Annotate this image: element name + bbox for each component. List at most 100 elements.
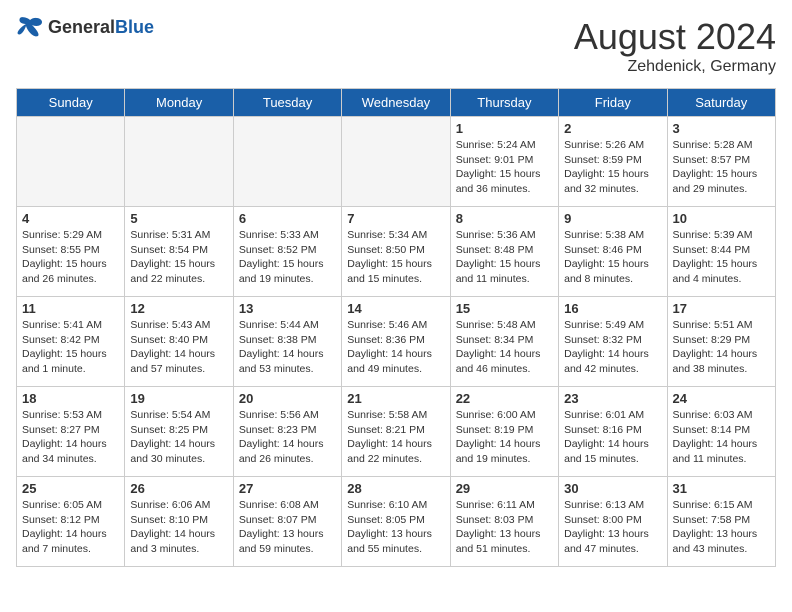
day-number: 6 (239, 211, 336, 226)
day-number: 19 (130, 391, 227, 406)
calendar-cell: 15Sunrise: 5:48 AM Sunset: 8:34 PM Dayli… (450, 297, 558, 387)
month-year-title: August 2024 (574, 16, 776, 58)
day-number: 3 (673, 121, 770, 136)
day-info: Sunrise: 5:34 AM Sunset: 8:50 PM Dayligh… (347, 228, 444, 287)
day-number: 29 (456, 481, 553, 496)
day-number: 7 (347, 211, 444, 226)
day-number: 11 (22, 301, 119, 316)
day-number: 21 (347, 391, 444, 406)
day-info: Sunrise: 5:36 AM Sunset: 8:48 PM Dayligh… (456, 228, 553, 287)
day-number: 4 (22, 211, 119, 226)
calendar-cell: 1 Sunrise: 5:24 AM Sunset: 9:01 PM Daylig… (450, 117, 558, 207)
day-number: 20 (239, 391, 336, 406)
day-info: Sunrise: 6:10 AM Sunset: 8:05 PM Dayligh… (347, 498, 444, 557)
calendar-cell: 24Sunrise: 6:03 AM Sunset: 8:14 PM Dayli… (667, 387, 775, 477)
day-number: 18 (22, 391, 119, 406)
day-info: Sunrise: 6:08 AM Sunset: 8:07 PM Dayligh… (239, 498, 336, 557)
day-info: Sunrise: 6:05 AM Sunset: 8:12 PM Dayligh… (22, 498, 119, 557)
day-info: Sunrise: 6:11 AM Sunset: 8:03 PM Dayligh… (456, 498, 553, 557)
day-number: 14 (347, 301, 444, 316)
calendar-cell: 3 Sunrise: 5:28 AM Sunset: 8:57 PM Daylig… (667, 117, 775, 207)
calendar-cell: 8 Sunrise: 5:36 AM Sunset: 8:48 PM Daylig… (450, 207, 558, 297)
week-row-4: 18Sunrise: 5:53 AM Sunset: 8:27 PM Dayli… (17, 387, 776, 477)
calendar-cell (233, 117, 341, 207)
calendar-cell (342, 117, 450, 207)
day-info: Sunrise: 5:49 AM Sunset: 8:32 PM Dayligh… (564, 318, 661, 377)
day-info: Sunrise: 5:56 AM Sunset: 8:23 PM Dayligh… (239, 408, 336, 467)
calendar-cell (125, 117, 233, 207)
day-info: Sunrise: 5:54 AM Sunset: 8:25 PM Dayligh… (130, 408, 227, 467)
day-info: Sunrise: 5:31 AM Sunset: 8:54 PM Dayligh… (130, 228, 227, 287)
day-info: Sunrise: 5:58 AM Sunset: 8:21 PM Dayligh… (347, 408, 444, 467)
day-header-thursday: Thursday (450, 89, 558, 117)
day-header-wednesday: Wednesday (342, 89, 450, 117)
day-info: Sunrise: 5:44 AM Sunset: 8:38 PM Dayligh… (239, 318, 336, 377)
day-info: Sunrise: 5:33 AM Sunset: 8:52 PM Dayligh… (239, 228, 336, 287)
day-info: Sunrise: 6:15 AM Sunset: 7:58 PM Dayligh… (673, 498, 770, 557)
calendar-cell: 28 Sunrise: 6:10 AM Sunset: 8:05 PM Dayli… (342, 477, 450, 567)
logo: GeneralBlue (16, 16, 154, 38)
day-number: 13 (239, 301, 336, 316)
calendar-cell: 4 Sunrise: 5:29 AM Sunset: 8:55 PM Daylig… (17, 207, 125, 297)
day-number: 31 (673, 481, 770, 496)
day-number: 30 (564, 481, 661, 496)
week-row-5: 25 Sunrise: 6:05 AM Sunset: 8:12 PM Dayli… (17, 477, 776, 567)
day-info: Sunrise: 5:24 AM Sunset: 9:01 PM Dayligh… (456, 138, 553, 197)
day-info: Sunrise: 5:28 AM Sunset: 8:57 PM Dayligh… (673, 138, 770, 197)
day-info: Sunrise: 5:48 AM Sunset: 8:34 PM Dayligh… (456, 318, 553, 377)
logo-text: GeneralBlue (48, 17, 154, 38)
calendar-cell: 20 Sunrise: 5:56 AM Sunset: 8:23 PM Dayli… (233, 387, 341, 477)
calendar-cell: 29 Sunrise: 6:11 AM Sunset: 8:03 PM Dayli… (450, 477, 558, 567)
calendar-cell: 6 Sunrise: 5:33 AM Sunset: 8:52 PM Daylig… (233, 207, 341, 297)
calendar-cell: 31 Sunrise: 6:15 AM Sunset: 7:58 PM Dayli… (667, 477, 775, 567)
day-header-tuesday: Tuesday (233, 89, 341, 117)
calendar-cell: 16 Sunrise: 5:49 AM Sunset: 8:32 PM Dayli… (559, 297, 667, 387)
day-number: 1 (456, 121, 553, 136)
day-info: Sunrise: 5:51 AM Sunset: 8:29 PM Dayligh… (673, 318, 770, 377)
day-info: Sunrise: 5:46 AM Sunset: 8:36 PM Dayligh… (347, 318, 444, 377)
day-info: Sunrise: 5:26 AM Sunset: 8:59 PM Dayligh… (564, 138, 661, 197)
day-number: 25 (22, 481, 119, 496)
calendar-cell: 21 Sunrise: 5:58 AM Sunset: 8:21 PM Dayli… (342, 387, 450, 477)
day-info: Sunrise: 5:43 AM Sunset: 8:40 PM Dayligh… (130, 318, 227, 377)
day-header-saturday: Saturday (667, 89, 775, 117)
day-info: Sunrise: 6:00 AM Sunset: 8:19 PM Dayligh… (456, 408, 553, 467)
day-header-sunday: Sunday (17, 89, 125, 117)
day-number: 27 (239, 481, 336, 496)
calendar-cell: 11 Sunrise: 5:41 AM Sunset: 8:42 PM Dayli… (17, 297, 125, 387)
week-row-2: 4 Sunrise: 5:29 AM Sunset: 8:55 PM Daylig… (17, 207, 776, 297)
calendar-cell: 9Sunrise: 5:38 AM Sunset: 8:46 PM Daylig… (559, 207, 667, 297)
calendar-cell: 2 Sunrise: 5:26 AM Sunset: 8:59 PM Daylig… (559, 117, 667, 207)
calendar-cell: 18Sunrise: 5:53 AM Sunset: 8:27 PM Dayli… (17, 387, 125, 477)
calendar-cell: 22 Sunrise: 6:00 AM Sunset: 8:19 PM Dayli… (450, 387, 558, 477)
day-info: Sunrise: 5:41 AM Sunset: 8:42 PM Dayligh… (22, 318, 119, 377)
day-headers-row: SundayMondayTuesdayWednesdayThursdayFrid… (17, 89, 776, 117)
calendar-cell: 13 Sunrise: 5:44 AM Sunset: 8:38 PM Dayli… (233, 297, 341, 387)
day-info: Sunrise: 6:01 AM Sunset: 8:16 PM Dayligh… (564, 408, 661, 467)
day-info: Sunrise: 6:06 AM Sunset: 8:10 PM Dayligh… (130, 498, 227, 557)
title-block: August 2024 Zehdenick, Germany (574, 16, 776, 76)
day-info: Sunrise: 5:29 AM Sunset: 8:55 PM Dayligh… (22, 228, 119, 287)
day-number: 23 (564, 391, 661, 406)
day-info: Sunrise: 5:38 AM Sunset: 8:46 PM Dayligh… (564, 228, 661, 287)
day-header-monday: Monday (125, 89, 233, 117)
page-header: GeneralBlue August 2024 Zehdenick, Germa… (16, 16, 776, 76)
day-info: Sunrise: 5:39 AM Sunset: 8:44 PM Dayligh… (673, 228, 770, 287)
day-number: 22 (456, 391, 553, 406)
calendar-cell (17, 117, 125, 207)
week-row-3: 11 Sunrise: 5:41 AM Sunset: 8:42 PM Dayli… (17, 297, 776, 387)
calendar-cell: 19 Sunrise: 5:54 AM Sunset: 8:25 PM Dayli… (125, 387, 233, 477)
day-number: 16 (564, 301, 661, 316)
calendar-cell: 30 Sunrise: 6:13 AM Sunset: 8:00 PM Dayli… (559, 477, 667, 567)
day-info: Sunrise: 6:13 AM Sunset: 8:00 PM Dayligh… (564, 498, 661, 557)
day-header-friday: Friday (559, 89, 667, 117)
day-number: 5 (130, 211, 227, 226)
day-number: 2 (564, 121, 661, 136)
day-number: 12 (130, 301, 227, 316)
day-number: 24 (673, 391, 770, 406)
day-number: 28 (347, 481, 444, 496)
day-number: 8 (456, 211, 553, 226)
calendar-cell: 23 Sunrise: 6:01 AM Sunset: 8:16 PM Dayli… (559, 387, 667, 477)
calendar-cell: 17Sunrise: 5:51 AM Sunset: 8:29 PM Dayli… (667, 297, 775, 387)
calendar-cell: 7 Sunrise: 5:34 AM Sunset: 8:50 PM Daylig… (342, 207, 450, 297)
